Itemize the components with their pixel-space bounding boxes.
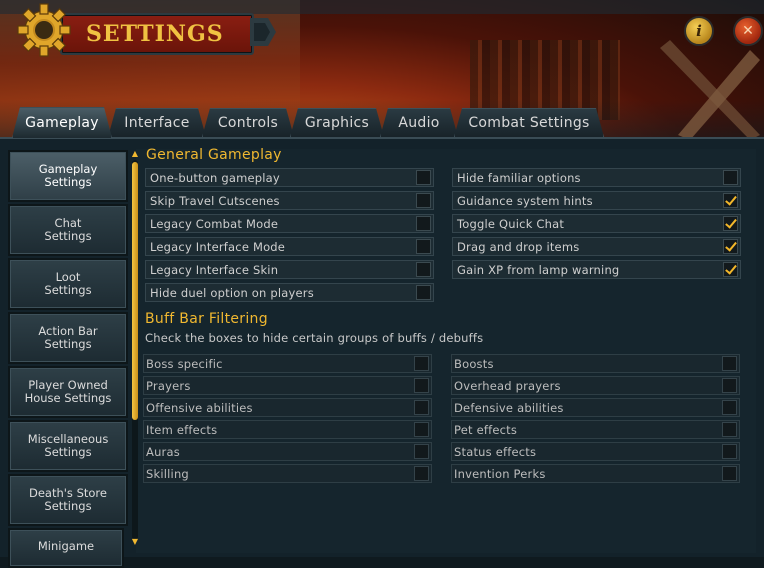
- option-label: Drag and drop items: [457, 240, 580, 254]
- option-label: Boosts: [454, 357, 494, 371]
- banner-top-strip: [0, 0, 764, 14]
- option-label: Auras: [146, 445, 180, 459]
- option-gain-xp-lamp-warning[interactable]: Gain XP from lamp warning: [452, 260, 741, 279]
- option-label: Skip Travel Cutscenes: [150, 194, 280, 208]
- checkbox[interactable]: [722, 444, 737, 459]
- title-ornament-icon: [250, 18, 276, 46]
- option-label: Hide duel option on players: [150, 286, 314, 300]
- option-label: Boss specific: [146, 357, 223, 371]
- checkbox[interactable]: [416, 216, 431, 231]
- option-toggle-quick-chat[interactable]: Toggle Quick Chat: [452, 214, 741, 233]
- checkmark-icon[interactable]: [723, 193, 738, 208]
- option-label: Legacy Interface Skin: [150, 263, 279, 277]
- checkbox[interactable]: [416, 285, 431, 300]
- checkmark-icon[interactable]: [723, 216, 738, 231]
- section-title-general-gameplay: General Gameplay: [146, 147, 282, 163]
- option-label: Legacy Interface Mode: [150, 240, 286, 254]
- buff-option-skilling[interactable]: Skilling: [143, 464, 432, 483]
- option-label: Gain XP from lamp warning: [457, 263, 620, 277]
- tab-controls[interactable]: Controls: [202, 108, 294, 137]
- buff-option-defensive-abilities[interactable]: Defensive abilities: [451, 398, 740, 417]
- checkbox[interactable]: [722, 356, 737, 371]
- checkbox[interactable]: [722, 466, 737, 481]
- option-label: Prayers: [146, 379, 191, 393]
- buff-option-prayers[interactable]: Prayers: [143, 376, 432, 395]
- crossed-beams-decoration: [660, 40, 760, 140]
- sidebar-item-deaths-store-settings[interactable]: Death's Store Settings: [8, 474, 128, 526]
- option-label: Invention Perks: [454, 467, 546, 481]
- option-label: Toggle Quick Chat: [457, 217, 565, 231]
- sidebar-item-loot-settings[interactable]: Loot Settings: [8, 258, 128, 310]
- checkbox[interactable]: [723, 170, 738, 185]
- checkbox[interactable]: [722, 378, 737, 393]
- checkbox[interactable]: [722, 400, 737, 415]
- info-icon[interactable]: i: [684, 16, 714, 46]
- tab-audio[interactable]: Audio: [380, 108, 458, 137]
- option-label: Overhead prayers: [454, 379, 561, 393]
- option-label: One-button gameplay: [150, 171, 280, 185]
- sidebar-item-action-bar-settings[interactable]: Action Bar Settings: [8, 312, 128, 364]
- checkbox[interactable]: [416, 239, 431, 254]
- option-label: Defensive abilities: [454, 401, 564, 415]
- option-label: Offensive abilities: [146, 401, 253, 415]
- option-drag-and-drop-items[interactable]: Drag and drop items: [452, 237, 741, 256]
- option-label: Item effects: [146, 423, 218, 437]
- scroll-down-arrow-icon[interactable]: ▼: [130, 538, 140, 546]
- checkbox[interactable]: [416, 170, 431, 185]
- checkbox[interactable]: [414, 356, 429, 371]
- section-title-buff-bar-filtering: Buff Bar Filtering: [145, 311, 268, 327]
- tab-gameplay[interactable]: Gameplay: [12, 107, 112, 138]
- scroll-thumb[interactable]: [132, 162, 138, 420]
- option-one-button-gameplay[interactable]: One-button gameplay: [145, 168, 434, 187]
- sidebar-item-minigame[interactable]: Minigame: [8, 528, 124, 568]
- section-subtitle-buff-bar: Check the boxes to hide certain groups o…: [145, 331, 484, 345]
- buff-option-boosts[interactable]: Boosts: [451, 354, 740, 373]
- sidebar-item-player-owned-house-settings[interactable]: Player Owned House Settings: [8, 366, 128, 418]
- buff-option-invention-perks[interactable]: Invention Perks: [451, 464, 740, 483]
- checkbox[interactable]: [414, 378, 429, 393]
- checkbox[interactable]: [414, 422, 429, 437]
- checkbox[interactable]: [416, 193, 431, 208]
- option-legacy-interface-mode[interactable]: Legacy Interface Mode: [145, 237, 434, 256]
- option-legacy-interface-skin[interactable]: Legacy Interface Skin: [145, 260, 434, 279]
- option-label: Skilling: [146, 467, 189, 481]
- content-scrollbar[interactable]: ▲ ▼: [130, 150, 140, 547]
- sidebar-item-chat-settings[interactable]: Chat Settings: [8, 204, 128, 256]
- buff-option-pet-effects[interactable]: Pet effects: [451, 420, 740, 439]
- option-label: Hide familiar options: [457, 171, 581, 185]
- option-label: Legacy Combat Mode: [150, 217, 279, 231]
- checkbox[interactable]: [414, 400, 429, 415]
- window-title: SETTINGS: [86, 21, 224, 47]
- option-legacy-combat-mode[interactable]: Legacy Combat Mode: [145, 214, 434, 233]
- buff-option-status-effects[interactable]: Status effects: [451, 442, 740, 461]
- tab-interface[interactable]: Interface: [108, 108, 206, 137]
- option-hide-duel-option[interactable]: Hide duel option on players: [145, 283, 434, 302]
- option-label: Guidance system hints: [457, 194, 593, 208]
- buff-option-item-effects[interactable]: Item effects: [143, 420, 432, 439]
- buff-option-boss-specific[interactable]: Boss specific: [143, 354, 432, 373]
- option-hide-familiar-options[interactable]: Hide familiar options: [452, 168, 741, 187]
- option-label: Status effects: [454, 445, 537, 459]
- checkmark-icon[interactable]: [723, 239, 738, 254]
- checkbox[interactable]: [722, 422, 737, 437]
- option-label: Pet effects: [454, 423, 518, 437]
- option-guidance-system-hints[interactable]: Guidance system hints: [452, 191, 741, 210]
- sidebar-item-gameplay-settings[interactable]: Gameplay Settings: [8, 150, 128, 202]
- checkmark-icon[interactable]: [723, 262, 738, 277]
- checkbox[interactable]: [414, 466, 429, 481]
- buff-option-auras[interactable]: Auras: [143, 442, 432, 461]
- tab-combat-settings[interactable]: Combat Settings: [454, 108, 604, 137]
- scroll-up-arrow-icon[interactable]: ▲: [130, 150, 140, 158]
- gear-icon: [17, 3, 71, 57]
- tab-graphics[interactable]: Graphics: [290, 108, 384, 137]
- buff-option-offensive-abilities[interactable]: Offensive abilities: [143, 398, 432, 417]
- checkbox[interactable]: [416, 262, 431, 277]
- title-plate: SETTINGS: [60, 13, 254, 55]
- option-skip-travel-cutscenes[interactable]: Skip Travel Cutscenes: [145, 191, 434, 210]
- buff-option-overhead-prayers[interactable]: Overhead prayers: [451, 376, 740, 395]
- sidebar-item-miscellaneous-settings[interactable]: Miscellaneous Settings: [8, 420, 128, 472]
- close-icon[interactable]: ✕: [733, 16, 763, 46]
- checkbox[interactable]: [414, 444, 429, 459]
